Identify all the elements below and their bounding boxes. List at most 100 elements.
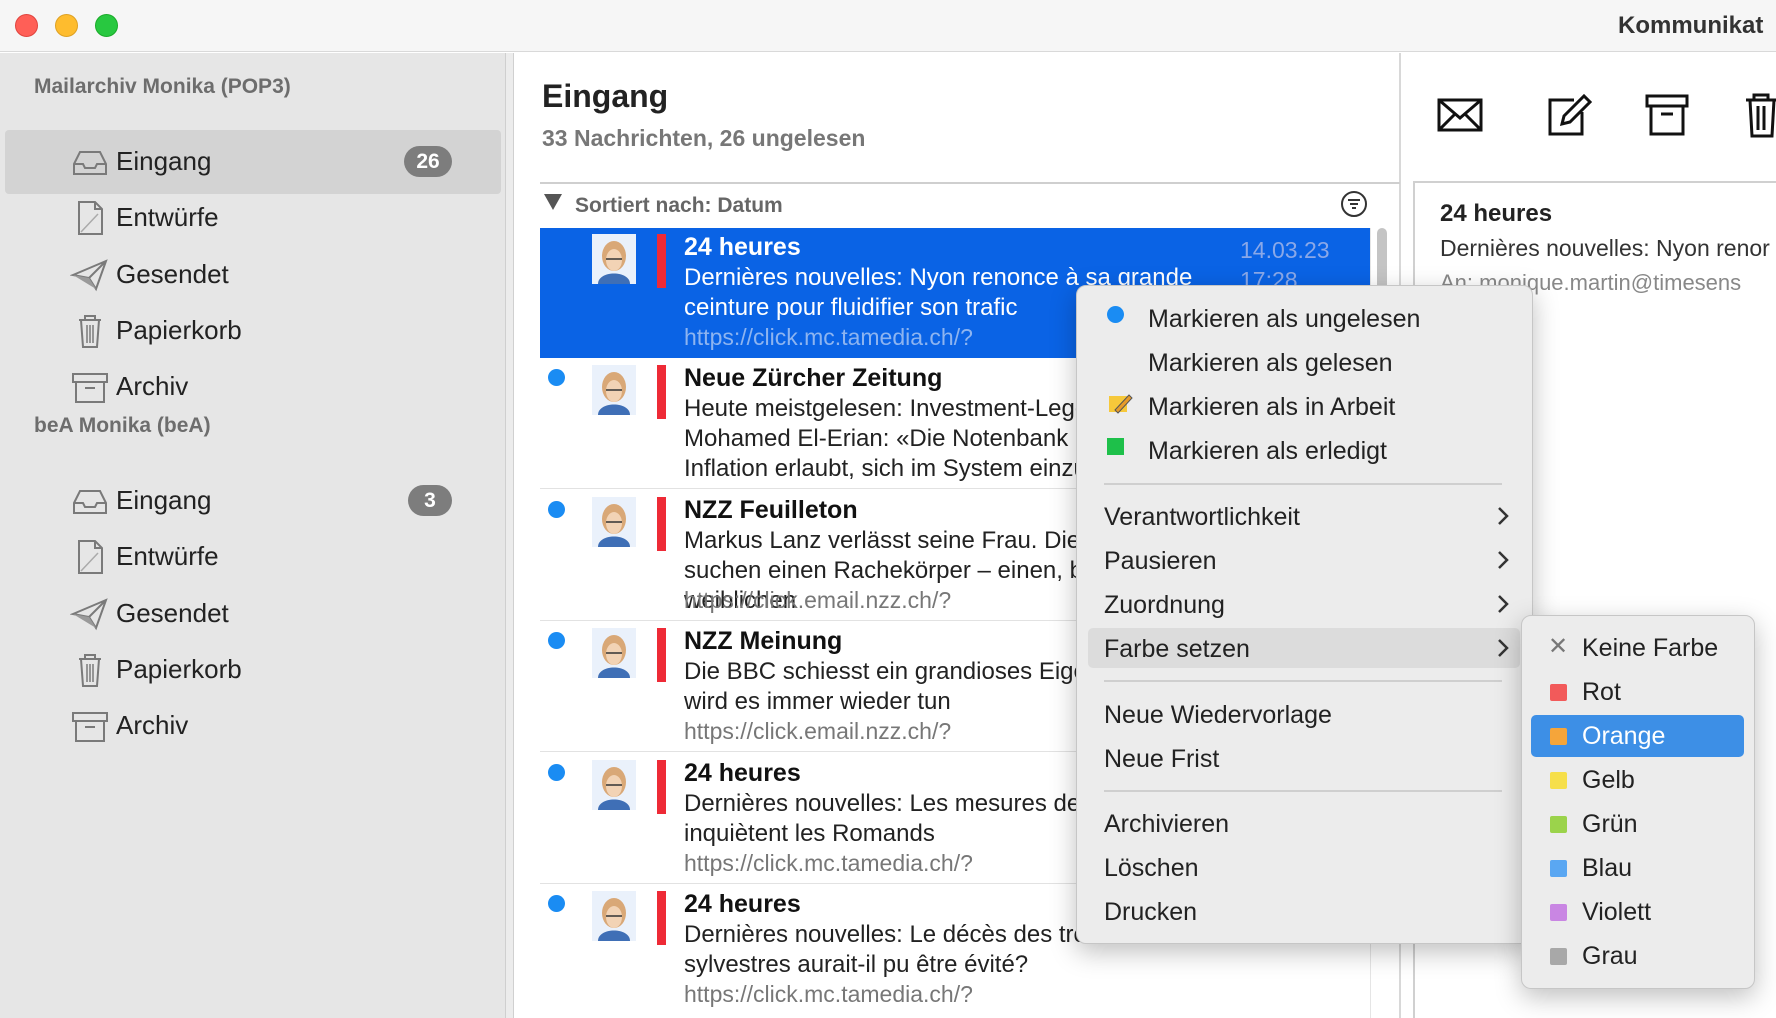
archive-box-icon[interactable]: [1643, 92, 1691, 138]
menu-item-mark-in-progress[interactable]: Markieren als in Arbeit: [1088, 386, 1520, 426]
menu-item-mark-read[interactable]: Markieren als gelesen: [1088, 342, 1520, 382]
menu-item-set-color[interactable]: Farbe setzen: [1088, 628, 1520, 668]
sidebar-item-trash[interactable]: Papierkorb: [5, 638, 501, 702]
sidebar-item-drafts[interactable]: Entwürfe: [5, 186, 501, 250]
color-item-label: Keine Farbe: [1582, 634, 1719, 662]
sidebar-item-drafts[interactable]: Entwürfe: [5, 525, 501, 589]
color-swatch-icon: [1550, 860, 1567, 877]
sidebar-item-label: Entwürfe: [116, 202, 219, 232]
red-flag-bar: [657, 234, 666, 288]
paper-plane-icon: [70, 598, 108, 631]
sort-bar[interactable]: Sortiert nach: Datum: [540, 182, 1400, 224]
sidebar-item-label: Entwürfe: [116, 541, 219, 571]
scrollbar-thumb[interactable]: [1377, 228, 1387, 290]
message-link: https://click.email.nzz.ch/?: [684, 718, 952, 744]
sort-label[interactable]: Sortiert nach: Datum: [575, 194, 783, 218]
color-item-label: Grün: [1582, 810, 1638, 838]
sidebar-item-sent[interactable]: Gesendet: [5, 582, 501, 646]
draft-document-icon: [78, 201, 103, 235]
color-swatch-icon: [1550, 904, 1567, 921]
unread-dot-icon: [548, 895, 565, 912]
color-swatch-icon: [1550, 684, 1567, 701]
sidebar-item-label: Gesendet: [116, 259, 229, 289]
menu-item-label: Markieren als erledigt: [1148, 437, 1387, 465]
window-minimize-button[interactable]: [55, 14, 78, 37]
sidebar-item-label: Archiv: [116, 371, 189, 401]
color-item-label: Orange: [1582, 722, 1666, 750]
message-link: https://click.mc.tamedia.ch/?: [684, 850, 973, 876]
color-item-blue[interactable]: Blau: [1531, 847, 1744, 889]
menu-item-mark-unread[interactable]: Markieren als ungelesen: [1088, 298, 1520, 338]
menu-item-label: Archivieren: [1104, 810, 1230, 838]
archive-box-icon: [72, 712, 108, 742]
sidebar-item-archive[interactable]: Archiv: [5, 355, 501, 419]
draft-document-icon: [78, 540, 103, 574]
preview-subject: Dernières nouvelles: Nyon renor: [1440, 235, 1770, 261]
inbox-icon: [73, 490, 107, 514]
message-sender: 24 heures: [684, 233, 801, 261]
avatar: [592, 760, 636, 810]
menu-item-label: Drucken: [1104, 898, 1198, 926]
account-header[interactable]: Mailarchiv Monika (POP3): [34, 75, 291, 99]
pencil-note-icon: [1109, 394, 1133, 414]
sidebar-item-label: Papierkorb: [116, 315, 242, 345]
window-zoom-button[interactable]: [95, 14, 118, 37]
color-item-green[interactable]: Grün: [1531, 803, 1744, 845]
envelope-icon[interactable]: [1436, 92, 1484, 138]
color-item-gray[interactable]: Grau: [1531, 935, 1744, 977]
unread-dot-icon: [548, 369, 565, 386]
color-item-label: Violett: [1582, 898, 1652, 926]
window-close-button[interactable]: [15, 14, 38, 37]
compose-icon[interactable]: [1544, 92, 1592, 138]
menu-item-pause[interactable]: Pausieren: [1088, 540, 1520, 580]
sidebar-item-label: Eingang: [116, 146, 212, 176]
sidebar-item-archive[interactable]: Archiv: [5, 694, 501, 758]
unread-badge: 26: [404, 146, 452, 177]
menu-item-print[interactable]: Drucken: [1088, 891, 1520, 931]
chevron-right-icon: [1498, 595, 1509, 613]
menu-item-delete[interactable]: Löschen: [1088, 847, 1520, 887]
menu-item-label: Neue Frist: [1104, 745, 1220, 773]
color-item-label: Grau: [1582, 942, 1638, 970]
color-item-red[interactable]: Rot: [1531, 671, 1744, 713]
sidebar-item-inbox[interactable]: Eingang 3: [5, 469, 501, 533]
archive-box-icon: [72, 373, 108, 403]
color-item-violet[interactable]: Violett: [1531, 891, 1744, 933]
disclosure-triangle-icon[interactable]: [544, 194, 562, 210]
color-item-label: Gelb: [1582, 766, 1635, 794]
preview-sender: 24 heures: [1440, 200, 1553, 227]
menu-item-mark-done[interactable]: Markieren als erledigt: [1088, 430, 1520, 470]
red-flag-bar: [657, 760, 666, 814]
menu-item-label: Zuordnung: [1104, 591, 1225, 619]
blue-dot-icon: [1107, 306, 1124, 323]
color-swatch-icon: [1550, 772, 1567, 789]
color-item-label: Blau: [1582, 854, 1633, 882]
sidebar-item-trash[interactable]: Papierkorb: [5, 299, 501, 363]
menu-separator: [1104, 483, 1502, 485]
chevron-right-icon: [1498, 551, 1509, 569]
color-item-none[interactable]: ✕ Keine Farbe: [1531, 627, 1744, 669]
menu-item-label: Pausieren: [1104, 547, 1217, 575]
filter-icon[interactable]: [1340, 190, 1368, 218]
sidebar-item-label: Eingang: [116, 485, 212, 515]
menu-item-assignment[interactable]: Zuordnung: [1088, 584, 1520, 624]
chevron-right-icon: [1498, 507, 1509, 525]
sidebar-item-sent[interactable]: Gesendet: [5, 243, 501, 307]
trash-icon[interactable]: [1742, 92, 1776, 138]
chevron-right-icon: [1498, 639, 1509, 657]
sidebar-divider[interactable]: [506, 53, 514, 1018]
color-item-orange[interactable]: Orange: [1531, 715, 1744, 757]
message-link: https://click.email.nzz.ch/?: [684, 587, 952, 613]
menu-item-new-deadline[interactable]: Neue Frist: [1088, 738, 1520, 778]
sidebar-item-inbox[interactable]: Eingang 26: [5, 130, 501, 194]
unread-badge: 3: [408, 485, 452, 516]
avatar: [592, 891, 636, 941]
account-header[interactable]: beA Monika (beA): [34, 414, 211, 438]
message-sender: NZZ Feuilleton: [684, 496, 858, 524]
menu-item-label: Verantwortlichkeit: [1104, 503, 1300, 531]
menu-item-archive[interactable]: Archivieren: [1088, 803, 1520, 843]
menu-item-new-follow-up[interactable]: Neue Wiedervorlage: [1088, 694, 1520, 734]
sidebar-item-label: Papierkorb: [116, 654, 242, 684]
color-item-yellow[interactable]: Gelb: [1531, 759, 1744, 801]
menu-item-responsibility[interactable]: Verantwortlichkeit: [1088, 496, 1520, 536]
